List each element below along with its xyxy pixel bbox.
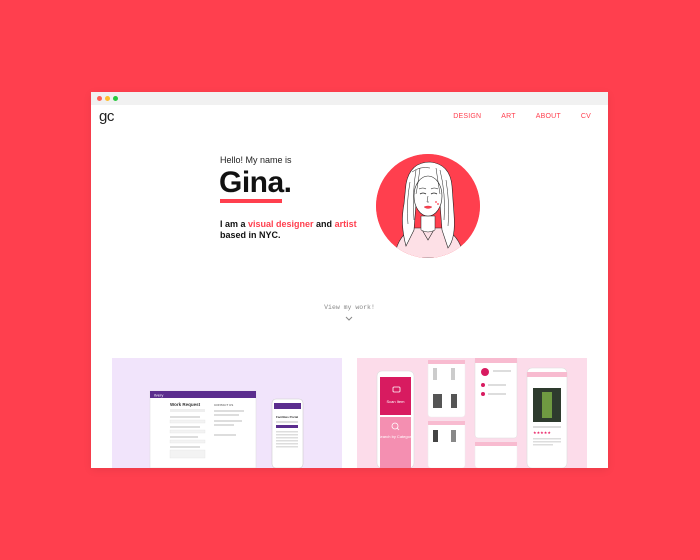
browser-window: gc DESIGN ART ABOUT CV Hello! My name is… [91, 92, 608, 468]
browser-titlebar [91, 92, 608, 105]
intro-mid: and [313, 219, 335, 229]
intro-suffix: based in NYC. [220, 230, 281, 240]
contact-heading: CONTACT US [214, 403, 233, 407]
intro-link-visual-designer[interactable]: visual designer [248, 219, 314, 229]
close-window-dot[interactable] [97, 96, 102, 101]
portfolio-card-scan-app[interactable]: Scan Item Search by Category ★★★★★ [357, 358, 587, 468]
nav-about[interactable]: ABOUT [536, 113, 561, 120]
nav-cv[interactable]: CV [581, 113, 591, 120]
intro-link-artist[interactable]: artist [335, 219, 357, 229]
minimize-window-dot[interactable] [105, 96, 110, 101]
name-underline [220, 199, 282, 203]
search-category-label: Search by Category [378, 434, 413, 439]
scan-app-mockup: Scan Item Search by Category ★★★★★ [376, 358, 568, 468]
portrait-illustration-icon [376, 154, 480, 258]
hero-intro: I am a visual designer and artist based i… [220, 219, 360, 241]
hero-greeting: Hello! My name is [220, 155, 292, 165]
portfolio-card-work-request[interactable]: ilvery Work Request CONTACT US Facilitie… [112, 358, 342, 468]
scan-item-label: Scan Item [386, 399, 405, 404]
avatar-portrait [376, 154, 480, 258]
chevron-down-icon[interactable] [345, 316, 353, 321]
nav-art[interactable]: ART [501, 113, 515, 120]
hero-name: Gina. [219, 166, 292, 199]
main-nav: DESIGN ART ABOUT CV [433, 113, 591, 120]
view-work-link[interactable]: View my work! [91, 304, 608, 311]
brand-label: ilvery [154, 393, 163, 398]
rating-stars: ★★★★★ [533, 430, 551, 435]
form-title: Work Request [170, 402, 201, 407]
maximize-window-dot[interactable] [113, 96, 118, 101]
nav-design[interactable]: DESIGN [453, 113, 481, 120]
site-logo[interactable]: gc [99, 108, 114, 125]
intro-prefix: I am a [220, 219, 249, 229]
phone-title: Facilities Portal [276, 415, 298, 419]
work-request-mockup: ilvery Work Request CONTACT US Facilitie… [149, 390, 304, 468]
